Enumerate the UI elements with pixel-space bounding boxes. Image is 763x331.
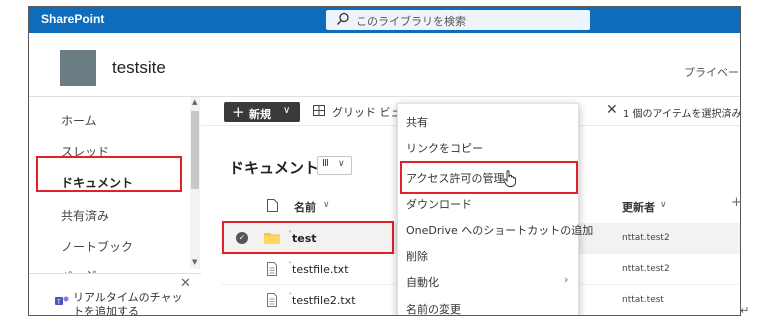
new-button[interactable]: + 新規 ∨ — [224, 102, 300, 122]
row-modified-by: nttat.test2 — [622, 233, 670, 243]
chat-promo-text[interactable]: リアルタイムのチャットを追加する — [73, 291, 183, 315]
chat-promo-panel: ✕ T リアルタイムのチャットを追加する — [29, 273, 201, 315]
chevron-down-icon: ∨ — [283, 105, 291, 116]
row-name[interactable]: testfile2.txt — [292, 294, 356, 307]
menu-item-label: ダウンロード — [406, 198, 472, 211]
left-navigation: ホーム スレッド ドキュメント 共有済み ノートブック ページ ▲ ▼ ✕ T … — [29, 97, 201, 315]
chevron-down-icon[interactable]: ∨ — [660, 200, 667, 210]
menu-item-label: 削除 — [406, 250, 428, 263]
menu-item-delete[interactable]: 削除 — [398, 242, 578, 268]
plus-icon: + — [232, 103, 245, 121]
menu-item-share[interactable]: 共有 — [398, 108, 578, 134]
site-logo[interactable] — [60, 50, 96, 86]
library-view-icon: Ⅲ — [322, 158, 329, 169]
sharepoint-window: SharePoint このライブラリを検索 testsite プライベー ホーム… — [28, 6, 741, 316]
menu-item-automate[interactable]: 自動化 › — [398, 268, 578, 294]
menu-item-copy-link[interactable]: リンクをコピー — [398, 134, 578, 160]
nav-scrollbar[interactable]: ▲ ▼ — [190, 97, 200, 269]
svg-text:T: T — [56, 299, 61, 306]
context-menu: 共有 リンクをコピー アクセス許可の管理 ダウンロード OneDrive へのシ… — [397, 103, 593, 316]
return-mark-icon: ↵ — [740, 304, 750, 317]
teams-chat-icon: T — [55, 296, 69, 306]
chevron-down-icon: ∨ — [338, 159, 345, 169]
column-header-modified-by[interactable]: 更新者 — [622, 199, 655, 215]
menu-item-label: OneDrive へのショートカットの追加 — [406, 224, 594, 237]
menu-item-label: 自動化 — [406, 276, 439, 289]
row-modified-by: nttat.test2 — [622, 264, 670, 274]
library-view-switcher[interactable]: Ⅲ ∨ — [317, 156, 352, 175]
selection-count: 1 個のアイテムを選択済み — [623, 109, 741, 120]
nav-item-notebook[interactable]: ノートブック — [61, 238, 133, 255]
library-title: ドキュメント — [229, 159, 320, 177]
new-button-label: 新規 — [249, 108, 271, 121]
menu-item-rename[interactable]: 名前の変更 — [398, 295, 578, 316]
scroll-thumb[interactable] — [191, 111, 199, 189]
row-modified-by: nttat.test — [622, 295, 664, 305]
privacy-label: プライベー — [684, 66, 739, 79]
scroll-up-icon[interactable]: ▲ — [192, 98, 197, 106]
menu-item-add-shortcut[interactable]: OneDrive へのショートカットの追加 — [398, 216, 593, 242]
menu-item-label: リンクをコピー — [406, 142, 483, 155]
search-icon — [337, 12, 349, 25]
site-header: testsite プライベー — [29, 33, 740, 97]
grid-view-icon — [313, 105, 325, 116]
nav-item-shared[interactable]: 共有済み — [61, 207, 109, 224]
chevron-right-icon: › — [564, 273, 569, 286]
manage-access-highlight-box — [400, 161, 578, 194]
suite-bar: SharePoint このライブラリを検索 — [29, 7, 740, 33]
nav-item-home[interactable]: ホーム — [61, 112, 97, 129]
file-type-header-icon[interactable] — [267, 199, 278, 212]
search-placeholder: このライブラリを検索 — [356, 15, 466, 28]
app-brand[interactable]: SharePoint — [41, 12, 104, 26]
add-column-icon[interactable]: + — [731, 195, 740, 210]
documents-highlight-box — [36, 156, 182, 192]
row-name[interactable]: testfile.txt — [292, 263, 349, 276]
file-icon — [267, 293, 277, 307]
menu-item-label: 共有 — [406, 116, 428, 129]
selected-folder-highlight-box — [222, 221, 394, 254]
scroll-down-icon[interactable]: ▼ — [192, 258, 197, 266]
hand-pointer-icon — [503, 170, 516, 187]
site-name[interactable]: testsite — [112, 58, 166, 78]
clear-selection-icon[interactable]: ✕ — [606, 102, 618, 118]
menu-item-label: 名前の変更 — [406, 303, 461, 316]
file-icon — [267, 262, 277, 276]
close-icon[interactable]: ✕ — [180, 276, 191, 291]
chevron-down-icon[interactable]: ∨ — [323, 200, 330, 210]
column-header-name[interactable]: 名前 — [294, 199, 316, 215]
library-search-input[interactable]: このライブラリを検索 — [326, 10, 590, 30]
more-options-icon[interactable]: ⋮ — [736, 103, 740, 114]
